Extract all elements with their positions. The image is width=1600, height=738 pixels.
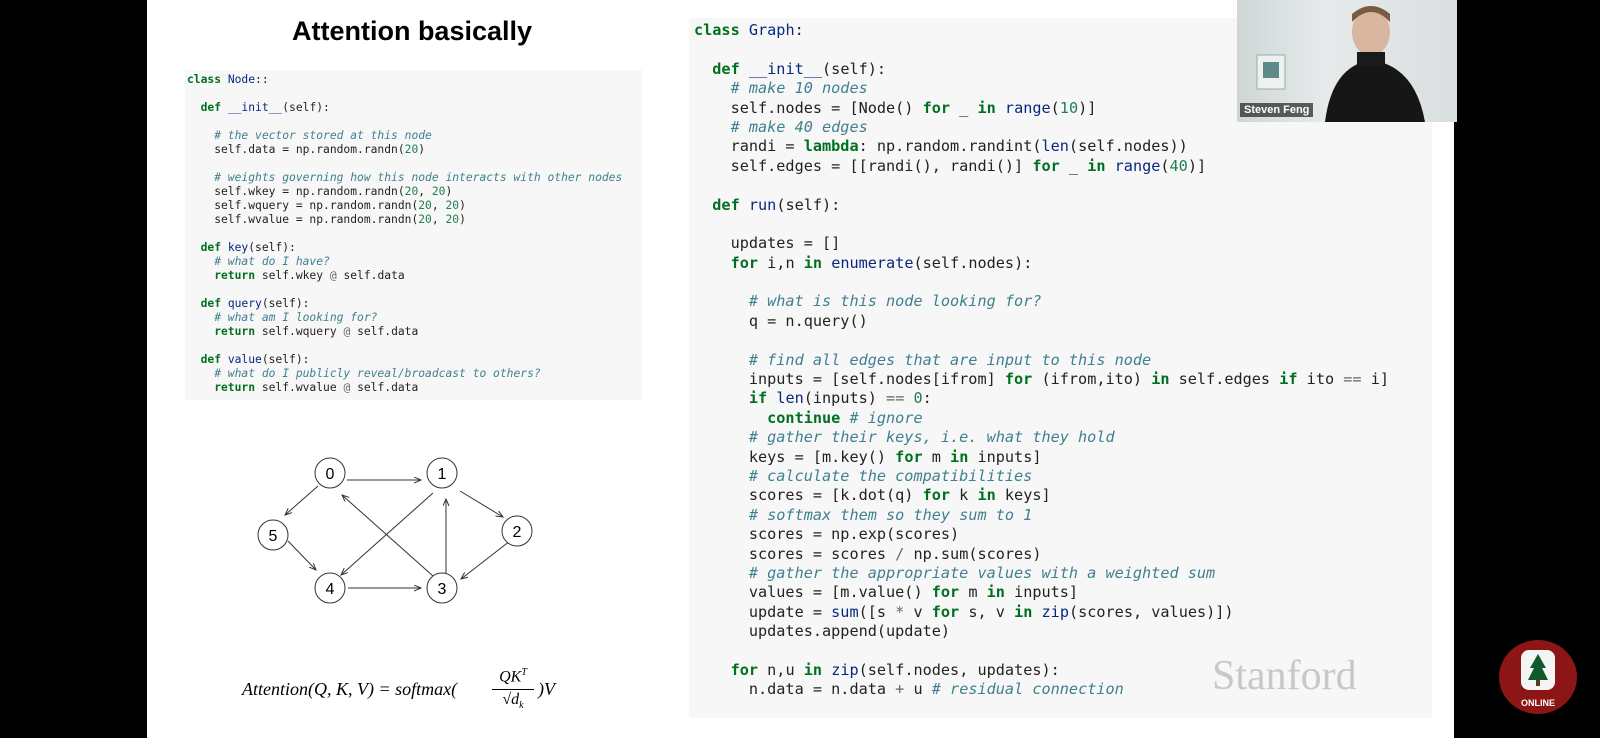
graph-code-line: # what is this node looking for? xyxy=(694,292,1042,311)
node-code-line: self.wkey = np.random.randn(20, 20) xyxy=(187,185,453,198)
graph-code-line: # softmax them so they sum to 1 xyxy=(694,505,1033,524)
graph-code-line: updates.append(update) xyxy=(694,622,951,641)
node-code-line: # what do I have? xyxy=(187,255,330,268)
node-code-line xyxy=(185,115,642,129)
stanford-online-logo: ONLINE xyxy=(1499,640,1577,714)
node-code-line: def value(self): xyxy=(187,353,310,366)
node-code-line: def __init__(self): xyxy=(187,101,330,114)
formula-denominator: √dk xyxy=(502,691,524,712)
graph-code-line: self.edges = [[randi(), randi()] for _ i… xyxy=(694,156,1207,175)
graph-node-0: 0 xyxy=(314,457,346,489)
graph-code-line: # find all edges that are input to this … xyxy=(694,350,1152,369)
node-code-line: def query(self): xyxy=(187,297,310,310)
edge-1-4 xyxy=(341,492,434,575)
graph-code-line: updates = [] xyxy=(694,234,841,253)
graph-code-line: # gather their keys, i.e. what they hold xyxy=(694,428,1115,447)
graph-code-line: def run(self): xyxy=(694,195,841,214)
node-code-line: return self.wkey @ self.data xyxy=(187,269,405,282)
graph-edges xyxy=(285,480,511,588)
graph-code-line: inputs = [self.nodes[ifrom] for (ifrom,i… xyxy=(694,370,1389,389)
edge-0-5 xyxy=(285,485,319,515)
graph-diagram: 0 1 2 3 4 5 xyxy=(257,457,533,604)
svg-text:3: 3 xyxy=(438,581,447,598)
node-class-code: class Node:: def __init__(self): # the v… xyxy=(185,70,642,400)
node-code-line: class Node:: xyxy=(187,73,269,86)
formula-fraction-bar xyxy=(492,689,534,690)
node-code-line xyxy=(185,227,642,241)
graph-code-line: # gather the appropriate values with a w… xyxy=(694,563,1216,582)
svg-text:1: 1 xyxy=(438,466,447,483)
graph-node-5: 5 xyxy=(257,519,289,551)
graph-node-2: 2 xyxy=(501,515,533,547)
edge-1-2 xyxy=(459,490,503,517)
formula-numerator: QKT xyxy=(499,667,527,686)
node-code-line: self.wquery = np.random.randn(20, 20) xyxy=(187,199,466,212)
node-code-line: self.data = np.random.randn(20) xyxy=(187,143,426,156)
graph-code-line xyxy=(689,331,1432,350)
node-code-line: def key(self): xyxy=(187,241,296,254)
formula-lhs: Attention(Q, K, V) = softmax( xyxy=(242,679,458,699)
node-code-line: # what do I publicly reveal/broadcast to… xyxy=(187,367,541,380)
graph-code-line: q = n.query() xyxy=(694,311,868,330)
slide-title: Attention basically xyxy=(291,16,533,46)
graph-code-line: scores = np.exp(scores) xyxy=(694,525,960,544)
presenter-name: Steven Feng xyxy=(1240,103,1314,117)
edge-5-4 xyxy=(287,540,316,570)
svg-text:5: 5 xyxy=(269,528,278,545)
graph-code-line: continue # ignore xyxy=(694,408,923,427)
node-code-line xyxy=(185,157,642,171)
graph-class-code: class Graph: def __init__(self): # make … xyxy=(689,18,1432,718)
graph-code-line: for i,n in enumerate(self.nodes): xyxy=(694,253,1033,272)
graph-code-line: randi = lambda: np.random.randint(len(se… xyxy=(694,137,1188,156)
svg-text:4: 4 xyxy=(326,581,335,598)
webcam-video: Steven Feng xyxy=(1237,0,1457,122)
graph-code-line: # calculate the compatibilities xyxy=(694,466,1033,485)
tree-icon xyxy=(1521,650,1555,690)
graph-code-line: scores = scores / np.sum(scores) xyxy=(694,544,1042,563)
stanford-watermark: Stanford xyxy=(1212,653,1357,699)
edge-2-3 xyxy=(461,540,511,579)
graph-code-line: update = sum([s * v for s, v in zip(scor… xyxy=(694,602,1234,621)
node-code-line xyxy=(185,87,642,101)
svg-text:2: 2 xyxy=(513,524,522,541)
node-code-line: # the vector stored at this node xyxy=(187,129,432,142)
graph-code-line: scores = [k.dot(q) for k in keys] xyxy=(694,486,1051,505)
graph-node-4: 4 xyxy=(314,572,346,604)
node-code-line xyxy=(185,339,642,353)
svg-text:0: 0 xyxy=(326,466,335,483)
graph-code-line xyxy=(689,176,1432,195)
graph-code-line xyxy=(689,215,1432,234)
node-code-line: self.wvalue = np.random.randn(20, 20) xyxy=(187,213,466,226)
graph-code-line xyxy=(689,273,1432,292)
node-code-line: # weights governing how this node intera… xyxy=(187,171,623,184)
graph-code-line: if len(inputs) == 0: xyxy=(694,389,932,408)
graph-node-3: 3 xyxy=(426,572,458,604)
node-code-line: return self.wvalue @ self.data xyxy=(187,381,419,394)
node-code-line xyxy=(185,283,642,297)
formula-rhs: )V xyxy=(538,679,555,699)
graph-code-line: keys = [m.key() for m in inputs] xyxy=(694,447,1042,466)
node-code-line: # what am I looking for? xyxy=(187,311,378,324)
edge-3-0 xyxy=(342,495,434,577)
graph-code-line: values = [m.value() for m in inputs] xyxy=(694,583,1079,602)
node-code-line: return self.wquery @ self.data xyxy=(187,325,419,338)
attention-formula: Attention(Q, K, V) = softmax( QKT √dk )V xyxy=(242,660,572,720)
graph-node-1: 1 xyxy=(426,457,458,489)
